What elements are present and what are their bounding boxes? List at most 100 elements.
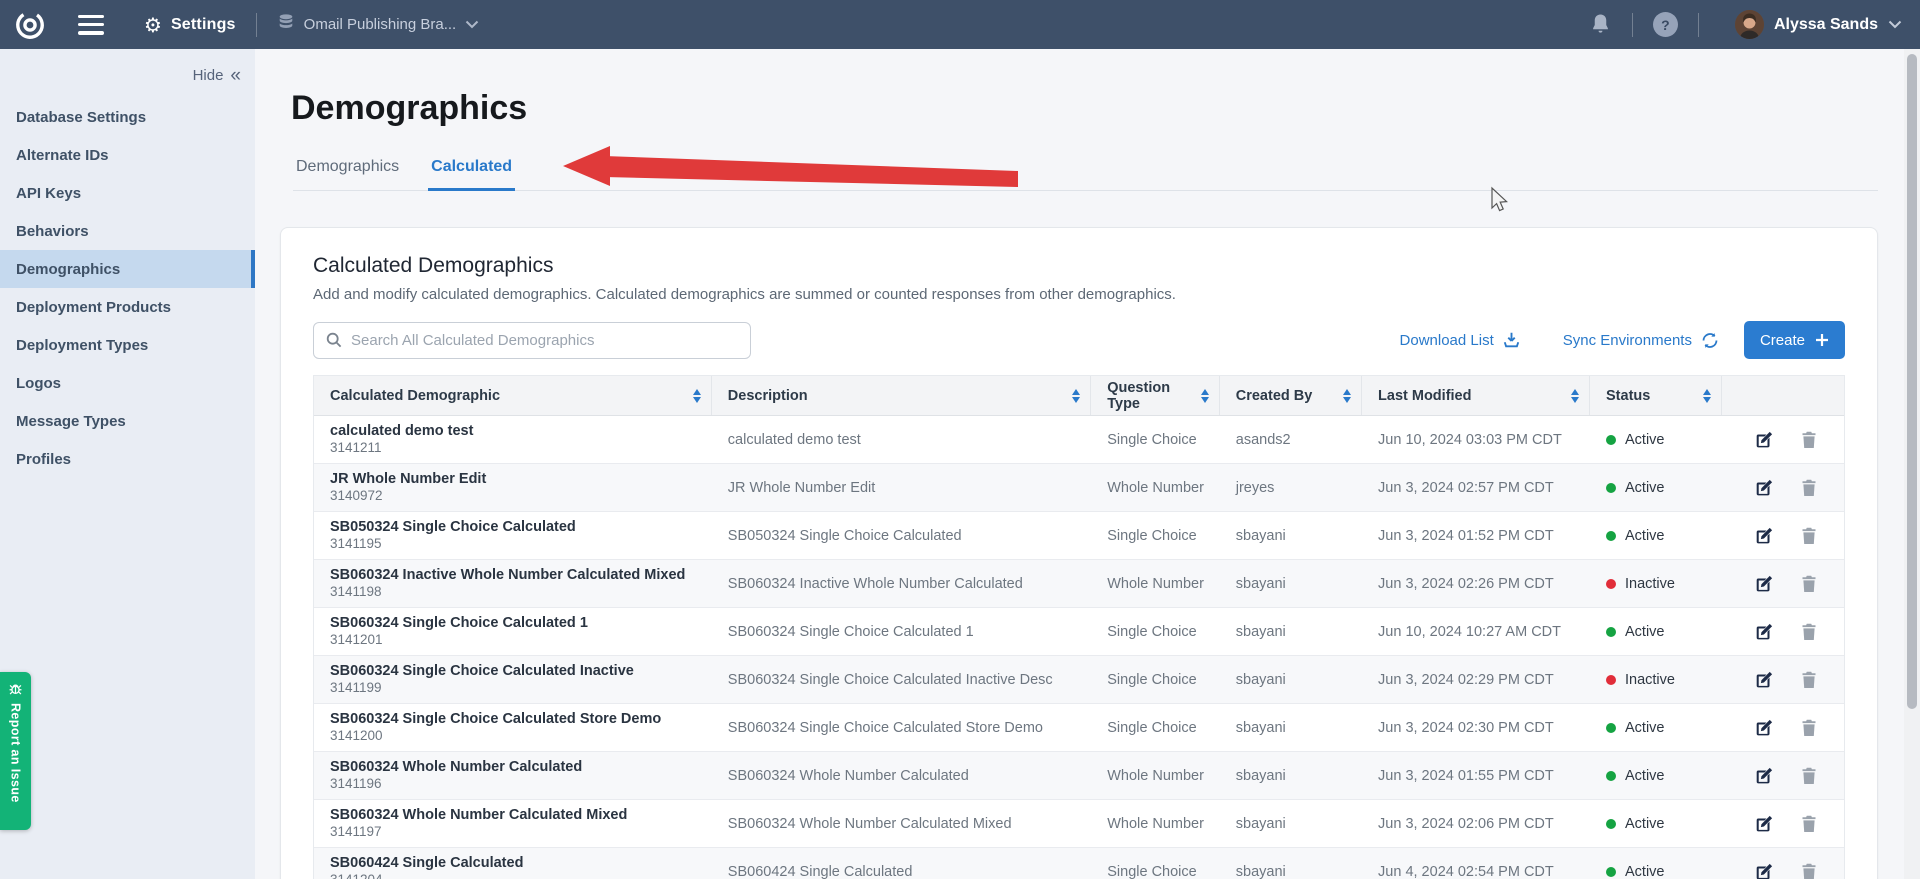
column-header-calculated-demographic[interactable]: Calculated Demographic: [314, 376, 712, 415]
delete-button[interactable]: [1801, 767, 1817, 785]
edit-button[interactable]: [1755, 479, 1773, 497]
tab-calculated[interactable]: Calculated: [428, 152, 515, 191]
sidebar-item-profiles[interactable]: Profiles: [0, 440, 255, 478]
sidebar-item-logos[interactable]: Logos: [0, 364, 255, 402]
table-row: SB060324 Single Choice Calculated Inacti…: [314, 656, 1844, 704]
table-row: SB060324 Single Choice Calculated Store …: [314, 704, 1844, 752]
cell-calculated-demographic: SB060324 Single Choice Calculated 1 3141…: [314, 608, 712, 655]
tab-demographics[interactable]: Demographics: [293, 152, 402, 191]
table-row: SB050324 Single Choice Calculated 314119…: [314, 512, 1844, 560]
status-label: Active: [1625, 480, 1665, 496]
column-header-status[interactable]: Status: [1590, 376, 1722, 415]
notifications-button[interactable]: [1589, 12, 1612, 37]
hide-sidebar-button[interactable]: Hide «: [0, 61, 255, 98]
menu-icon[interactable]: [78, 15, 104, 35]
cell-description: SB060324 Single Choice Calculated Inacti…: [712, 656, 1091, 703]
sidebar-item-demographics[interactable]: Demographics: [0, 250, 255, 288]
plus-icon: [1815, 333, 1829, 347]
table-row: SB060324 Whole Number Calculated Mixed 3…: [314, 800, 1844, 848]
delete-button[interactable]: [1801, 863, 1817, 879]
cell-last-modified: Jun 3, 2024 02:29 PM CDT: [1362, 656, 1590, 703]
edit-pencil-icon: [1755, 671, 1773, 689]
column-header-description[interactable]: Description: [712, 376, 1091, 415]
download-list-button[interactable]: Download List: [1400, 331, 1521, 349]
delete-button[interactable]: [1801, 431, 1817, 449]
delete-button[interactable]: [1801, 623, 1817, 641]
trash-icon: [1801, 719, 1817, 737]
sidebar-item-alternate-ids[interactable]: Alternate IDs: [0, 136, 255, 174]
cell-status: Active: [1590, 416, 1722, 463]
cell-description: JR Whole Number Edit: [712, 464, 1091, 511]
status-label: Active: [1625, 528, 1665, 544]
delete-button[interactable]: [1801, 575, 1817, 593]
card-description: Add and modify calculated demographics. …: [313, 286, 1845, 303]
column-header-last-modified[interactable]: Last Modified: [1362, 376, 1590, 415]
column-header-created-by[interactable]: Created By: [1220, 376, 1362, 415]
sort-icon: [1072, 389, 1080, 403]
edit-button[interactable]: [1755, 767, 1773, 785]
trash-icon: [1801, 671, 1817, 689]
delete-button[interactable]: [1801, 527, 1817, 545]
cell-created-by: sbayani: [1220, 800, 1362, 847]
sidebar-item-deployment-products[interactable]: Deployment Products: [0, 288, 255, 326]
edit-button[interactable]: [1755, 431, 1773, 449]
sidebar-item-database-settings[interactable]: Database Settings: [0, 98, 255, 136]
cell-actions: [1722, 512, 1844, 559]
sync-environments-button[interactable]: Sync Environments: [1563, 331, 1720, 350]
topbar-divider: [1698, 13, 1699, 37]
sidebar-item-deployment-types[interactable]: Deployment Types: [0, 326, 255, 364]
cell-actions: [1722, 464, 1844, 511]
status-dot: [1606, 867, 1616, 877]
user-menu[interactable]: Alyssa Sands: [1735, 10, 1902, 39]
demographic-name: SB050324 Single Choice Calculated: [330, 518, 576, 536]
cell-status: Active: [1590, 752, 1722, 799]
demographic-id: 3141199: [330, 680, 382, 697]
cell-status: Active: [1590, 464, 1722, 511]
create-button[interactable]: Create: [1744, 321, 1845, 359]
cell-status: Active: [1590, 848, 1722, 879]
edit-pencil-icon: [1755, 479, 1773, 497]
cell-status: Inactive: [1590, 560, 1722, 607]
edit-button[interactable]: [1755, 671, 1773, 689]
status-label: Active: [1625, 768, 1665, 784]
report-an-issue-button[interactable]: Report an Issue: [0, 672, 31, 830]
help-button[interactable]: ?: [1653, 12, 1678, 37]
scrollbar-thumb[interactable]: [1907, 54, 1917, 709]
table-controls: Download List Sync Environments: [313, 321, 1845, 359]
settings-menu[interactable]: ⚙ Settings: [144, 15, 236, 35]
cell-actions: [1722, 608, 1844, 655]
sidebar-item-behaviors[interactable]: Behaviors: [0, 212, 255, 250]
cell-question-type: Single Choice: [1091, 656, 1220, 703]
app-logo-icon[interactable]: [14, 9, 46, 41]
demographic-name: SB060324 Whole Number Calculated Mixed: [330, 806, 627, 824]
edit-pencil-icon: [1755, 863, 1773, 879]
edit-button[interactable]: [1755, 575, 1773, 593]
cell-last-modified: Jun 3, 2024 02:06 PM CDT: [1362, 800, 1590, 847]
edit-button[interactable]: [1755, 527, 1773, 545]
page-scrollbar: [1904, 49, 1920, 879]
delete-button[interactable]: [1801, 479, 1817, 497]
database-icon: [277, 13, 295, 36]
top-bar: ⚙ Settings Omail Publishing Bra... ?: [0, 0, 1920, 49]
cell-created-by: asands2: [1220, 416, 1362, 463]
status-label: Inactive: [1625, 672, 1675, 688]
delete-button[interactable]: [1801, 671, 1817, 689]
delete-button[interactable]: [1801, 719, 1817, 737]
sidebar-item-api-keys[interactable]: API Keys: [0, 174, 255, 212]
edit-button[interactable]: [1755, 863, 1773, 879]
edit-button[interactable]: [1755, 623, 1773, 641]
delete-button[interactable]: [1801, 815, 1817, 833]
sidebar-item-message-types[interactable]: Message Types: [0, 402, 255, 440]
sort-icon: [1343, 389, 1351, 403]
status-dot: [1606, 579, 1616, 589]
cell-status: Active: [1590, 704, 1722, 751]
edit-button[interactable]: [1755, 719, 1773, 737]
search-input[interactable]: [351, 332, 738, 349]
edit-button[interactable]: [1755, 815, 1773, 833]
cell-calculated-demographic: SB060424 Single Calculated 3141204: [314, 848, 712, 879]
cell-actions: [1722, 752, 1844, 799]
column-header-question-type[interactable]: Question Type: [1091, 376, 1220, 415]
demographic-id: 3141195: [330, 536, 382, 553]
status-label: Active: [1625, 432, 1665, 448]
database-selector-dropdown[interactable]: Omail Publishing Bra...: [277, 13, 480, 36]
